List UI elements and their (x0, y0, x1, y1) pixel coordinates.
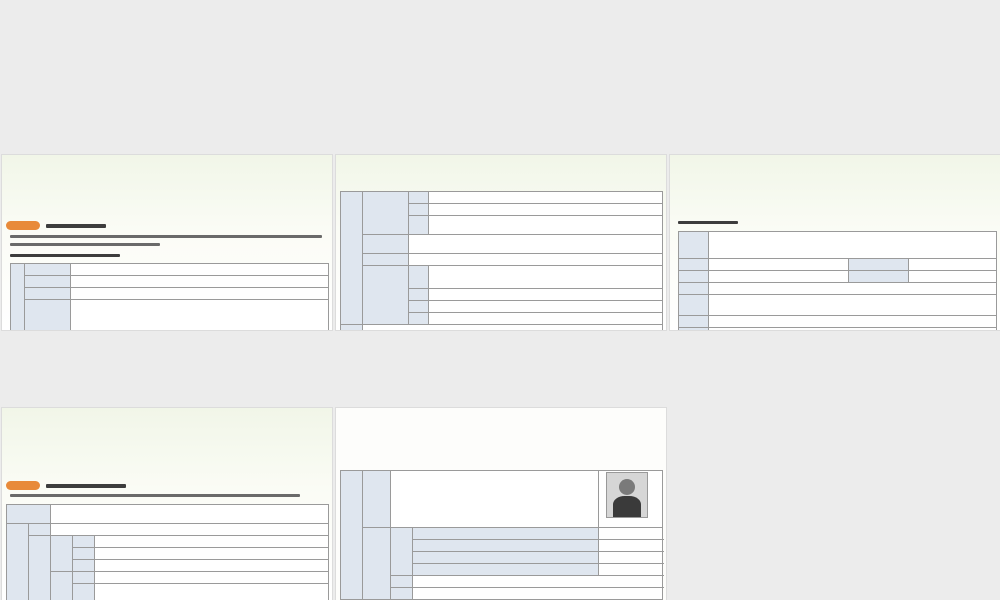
section-title (46, 484, 126, 488)
slide-6 (670, 408, 1000, 600)
pioneer-table (10, 263, 329, 330)
portrait-yuan-shikai-icon (606, 472, 648, 518)
slide-4[interactable] (2, 408, 332, 600)
standard-line-2 (10, 243, 160, 246)
slide-5[interactable] (336, 408, 666, 600)
section-tag (6, 481, 40, 490)
beiyang-table (6, 504, 330, 600)
activities-table (340, 191, 663, 330)
standard-line (10, 494, 300, 497)
slide-2[interactable] (336, 155, 666, 330)
section-title (46, 224, 106, 228)
standard-line (10, 235, 322, 238)
slide-1[interactable] (2, 155, 332, 330)
section-tag (6, 221, 40, 230)
slide-3[interactable] (670, 155, 1000, 330)
xinhai-table (678, 231, 998, 330)
slide-heading (678, 221, 738, 224)
subheading (10, 254, 120, 257)
